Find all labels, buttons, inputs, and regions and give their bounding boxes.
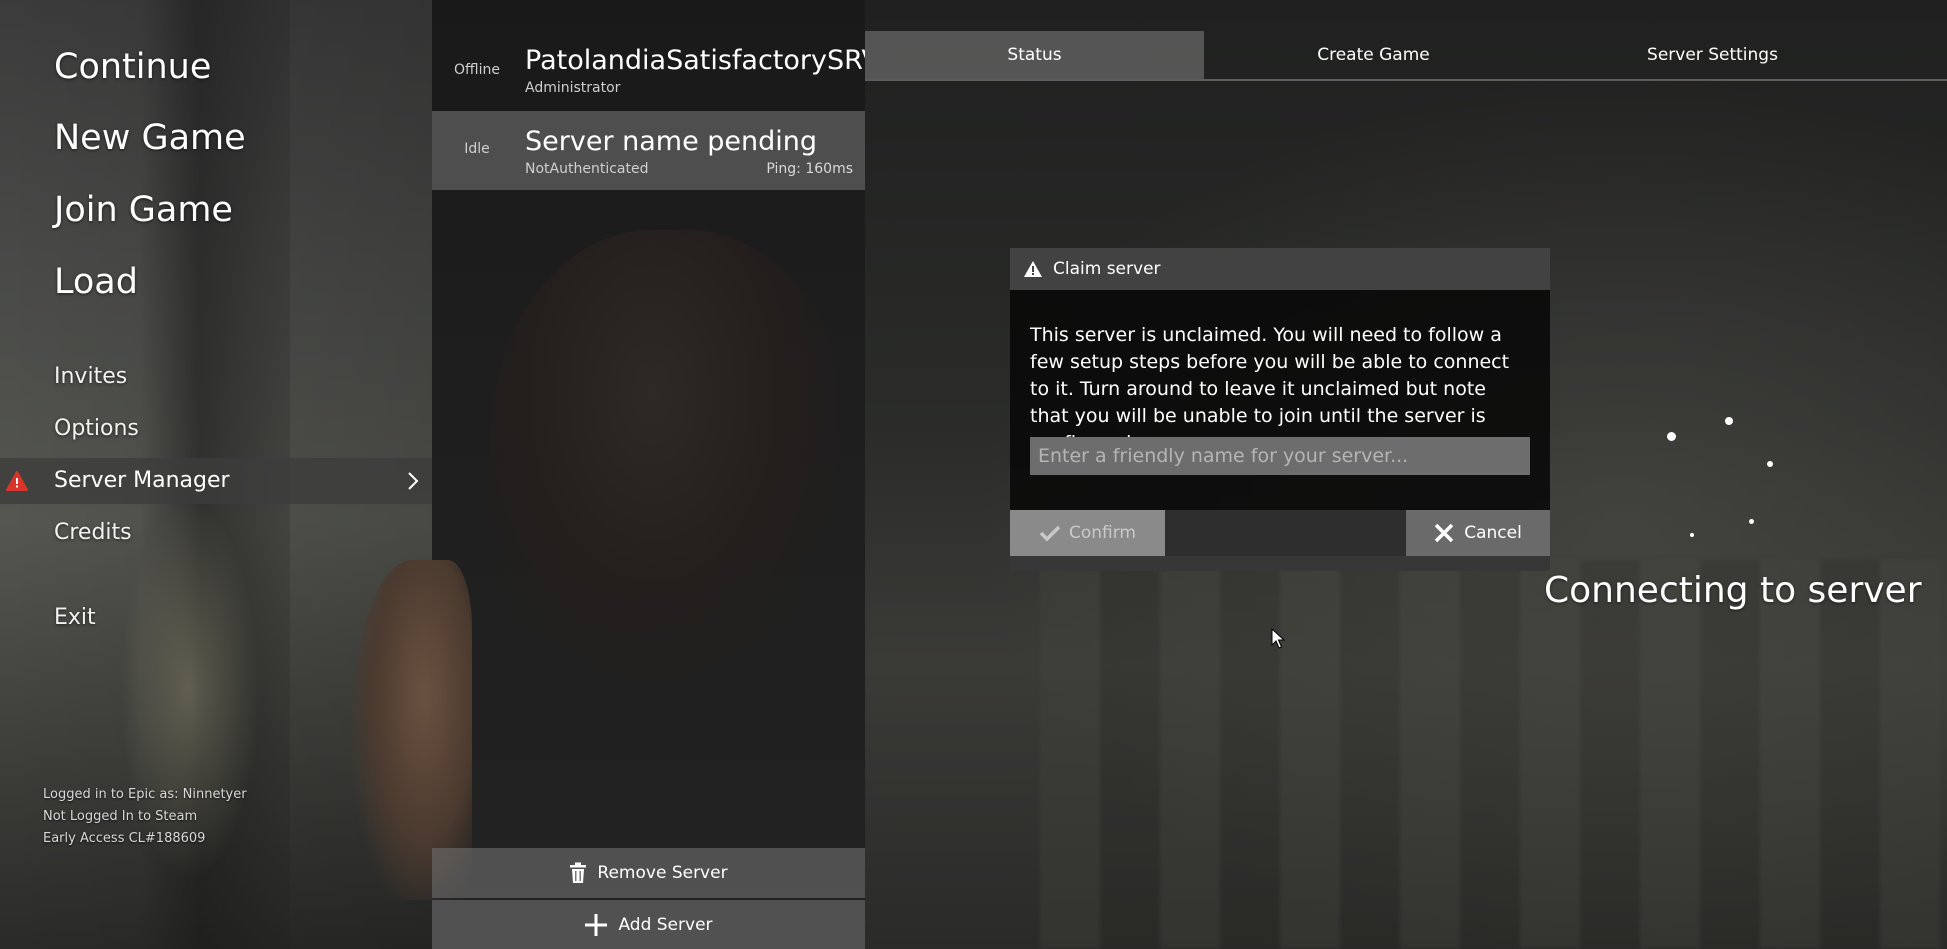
server-name: Server name pending: [525, 126, 818, 157]
cancel-label: Cancel: [1464, 523, 1522, 543]
server-state: Idle: [464, 141, 490, 157]
remove-server-label: Remove Server: [597, 863, 728, 883]
background-machinery: [1040, 560, 1940, 949]
dialog-title: Claim server: [1053, 259, 1161, 279]
tab-create-game[interactable]: Create Game: [1204, 31, 1543, 79]
menu-item-new-game[interactable]: New Game: [54, 116, 246, 160]
menu-item-credits[interactable]: Credits: [54, 518, 132, 548]
spinner-dot: [1667, 432, 1676, 441]
menu-item-exit[interactable]: Exit: [54, 603, 96, 633]
server-name-input[interactable]: [1030, 437, 1530, 475]
plus-icon: [585, 914, 608, 936]
build-version: Early Access CL#188609: [43, 831, 206, 846]
menu-item-options[interactable]: Options: [54, 414, 139, 444]
dialog-footer: Confirm Cancel: [1010, 510, 1550, 556]
menu-item-server-manager[interactable]: Server Manager: [0, 458, 432, 504]
steam-login-status: Not Logged In to Steam: [43, 809, 198, 824]
check-icon: [1039, 525, 1061, 542]
server-list: Offline PatolandiaSatisfactorySRVR Admin…: [432, 0, 865, 949]
warning-icon: [6, 471, 28, 491]
mouse-cursor-icon: [1271, 628, 1285, 649]
close-icon: [1434, 523, 1454, 543]
trash-icon: [570, 862, 587, 883]
server-list-item-selected[interactable]: Idle Server name pending NotAuthenticate…: [432, 111, 865, 190]
menu-item-invites[interactable]: Invites: [54, 362, 127, 392]
connecting-status-text: Connecting to server: [1544, 570, 1922, 611]
tab-status[interactable]: Status: [865, 31, 1204, 79]
add-server-button[interactable]: Add Server: [432, 900, 865, 949]
remove-server-button[interactable]: Remove Server: [432, 848, 865, 898]
login-info: Logged in to Epic as: Ninnetyer Not Logg…: [43, 784, 247, 850]
add-server-label: Add Server: [618, 915, 713, 935]
claim-server-dialog: Claim server This server is unclaimed. Y…: [1010, 248, 1550, 571]
confirm-button[interactable]: Confirm: [1010, 510, 1165, 556]
menu-item-server-manager-label: Server Manager: [54, 468, 230, 493]
menu-item-join-game[interactable]: Join Game: [54, 188, 233, 232]
server-name: PatolandiaSatisfactorySRVR: [525, 45, 865, 76]
confirm-label: Confirm: [1068, 523, 1136, 543]
warning-icon: [1024, 261, 1042, 277]
server-ping: Ping: 160ms: [766, 161, 853, 177]
spinner-dot: [1690, 533, 1694, 537]
tab-server-settings[interactable]: Server Settings: [1543, 31, 1882, 79]
spinner-dot: [1767, 461, 1773, 467]
spinner-dot: [1725, 417, 1733, 425]
main-menu: Continue New Game Join Game Load Invites…: [0, 0, 432, 949]
server-manager-tabs: Status Create Game Server Settings: [865, 31, 1947, 81]
menu-item-continue[interactable]: Continue: [54, 45, 211, 89]
dialog-bottom-strip: [1010, 556, 1550, 571]
menu-item-load[interactable]: Load: [54, 260, 138, 304]
spinner-dot: [1749, 519, 1754, 524]
server-role: NotAuthenticated: [525, 161, 649, 177]
epic-login-status: Logged in to Epic as: Ninnetyer: [43, 787, 247, 802]
server-role: Administrator: [525, 80, 621, 96]
cancel-button[interactable]: Cancel: [1406, 510, 1550, 556]
chevron-right-icon: [408, 472, 419, 490]
dialog-header: Claim server: [1010, 248, 1550, 290]
server-list-item[interactable]: Offline PatolandiaSatisfactorySRVR Admin…: [432, 36, 865, 108]
server-state: Offline: [454, 62, 500, 78]
